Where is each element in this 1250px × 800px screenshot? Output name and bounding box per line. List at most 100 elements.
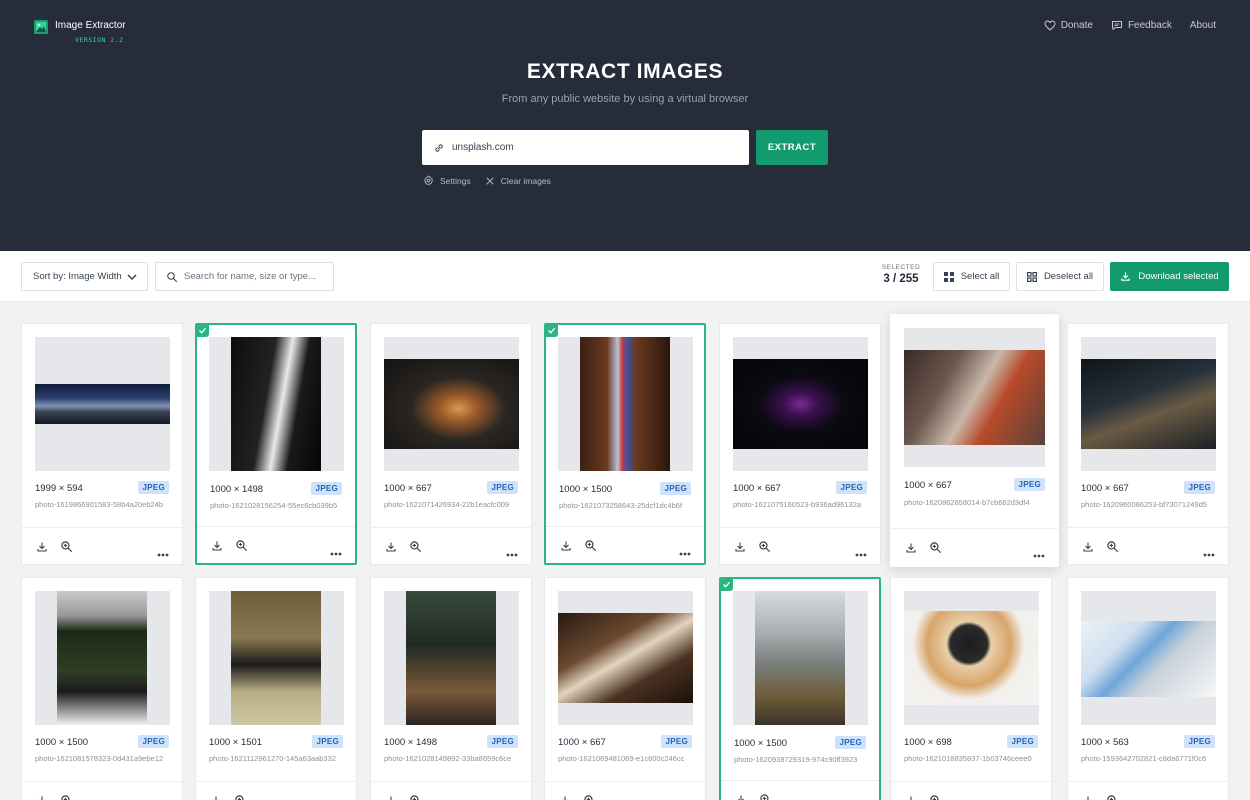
image-card[interactable]: 1000 × 667 JPEG photo-1620862658014-b7cb66… xyxy=(890,314,1059,567)
image-filename: photo-1621071426934-22b1eacfc009 xyxy=(384,500,510,509)
deselect-all-label: Deselect all xyxy=(1043,271,1094,282)
download-selected-button[interactable]: Download selected xyxy=(1110,262,1229,291)
brand[interactable]: Image Extractor VERSION 2.2 xyxy=(34,19,126,44)
zoom-image-button[interactable] xyxy=(409,540,422,558)
image-type-badge: JPEG xyxy=(1184,481,1215,494)
image-thumbnail[interactable] xyxy=(558,591,693,725)
thumbnail-photo xyxy=(904,350,1045,445)
image-type-badge: JPEG xyxy=(311,482,342,495)
settings-label: Settings xyxy=(440,175,471,186)
image-thumbnail[interactable] xyxy=(733,591,868,725)
more-options-button[interactable] xyxy=(157,544,169,562)
download-image-button[interactable] xyxy=(1082,540,1094,558)
more-options-button[interactable] xyxy=(330,543,342,561)
image-card[interactable]: 1000 × 667 JPEG photo-1621071426934-22b1ea… xyxy=(370,323,532,565)
image-thumbnail[interactable] xyxy=(1081,337,1216,471)
image-thumbnail[interactable] xyxy=(558,337,693,471)
nav-about[interactable]: About xyxy=(1190,20,1216,31)
download-image-button[interactable] xyxy=(1082,794,1094,800)
card-actions xyxy=(22,781,182,800)
link-icon xyxy=(435,143,443,152)
grid-filled-icon xyxy=(943,271,954,282)
download-image-button[interactable] xyxy=(905,541,917,559)
sort-select[interactable]: Sort by: Image Width xyxy=(21,262,148,291)
thumbnail-photo xyxy=(1081,359,1216,449)
checkmark-icon xyxy=(548,327,556,334)
search-field[interactable] xyxy=(155,262,334,291)
image-card[interactable]: 1000 × 1500 JPEG photo-1620938729319-974c9… xyxy=(719,577,881,800)
image-filename: photo-1620960086253-bf73071249d5 xyxy=(1081,500,1207,509)
zoom-image-button[interactable] xyxy=(929,541,942,559)
image-thumbnail[interactable] xyxy=(35,337,170,471)
image-card[interactable]: 1000 × 667 JPEG photo-1621075160523-b936ad… xyxy=(719,323,881,565)
download-image-button[interactable] xyxy=(210,794,222,800)
image-filename: photo-1619866901583-58b4a20eb24b xyxy=(35,500,164,509)
image-thumbnail[interactable] xyxy=(209,337,344,471)
page-subtitle: From any public website by using a virtu… xyxy=(501,93,749,105)
thumbnail-photo xyxy=(733,359,868,449)
image-card[interactable]: 1000 × 1500 JPEG photo-1621081578323-0d431… xyxy=(21,577,183,800)
image-thumbnail[interactable] xyxy=(733,337,868,471)
zoom-in-icon xyxy=(760,794,769,800)
image-thumbnail[interactable] xyxy=(904,591,1039,725)
page-title: EXTRACT IMAGES xyxy=(526,60,724,83)
zoom-image-button[interactable] xyxy=(1106,540,1119,558)
image-thumbnail[interactable] xyxy=(209,591,344,725)
image-thumbnail[interactable] xyxy=(384,591,519,725)
image-card[interactable]: 1999 × 594 JPEG photo-1619866901583-58b4a2… xyxy=(21,323,183,565)
deselect-all-button[interactable]: Deselect all xyxy=(1016,262,1104,291)
nav-donate[interactable]: Donate xyxy=(1044,20,1093,31)
url-field[interactable] xyxy=(422,130,749,165)
image-thumbnail[interactable] xyxy=(35,591,170,725)
zoom-image-button[interactable] xyxy=(583,794,596,800)
more-options-button[interactable] xyxy=(506,544,518,562)
clear-images-link[interactable]: Clear images xyxy=(485,176,551,186)
extract-button[interactable]: EXTRACT xyxy=(756,130,828,165)
zoom-image-button[interactable] xyxy=(409,794,422,800)
top-nav: Donate Feedback About xyxy=(1026,20,1216,31)
chat-bubble-icon xyxy=(1111,21,1122,30)
grid-outline-icon xyxy=(1026,271,1037,282)
zoom-image-button[interactable] xyxy=(60,540,73,558)
download-image-button[interactable] xyxy=(560,539,572,557)
zoom-image-button[interactable] xyxy=(60,794,73,800)
download-image-button[interactable] xyxy=(36,540,48,558)
download-image-button[interactable] xyxy=(385,794,397,800)
image-card[interactable]: 1000 × 667 JPEG photo-1620960086253-bf7307… xyxy=(1067,323,1229,565)
download-image-button[interactable] xyxy=(734,540,746,558)
image-card[interactable]: 1000 × 1498 JPEG photo-1621028149892-33ba8… xyxy=(370,577,532,800)
download-image-button[interactable] xyxy=(385,540,397,558)
more-options-button[interactable] xyxy=(1033,545,1045,563)
zoom-in-icon xyxy=(759,541,770,552)
zoom-image-button[interactable] xyxy=(235,539,248,557)
download-image-button[interactable] xyxy=(211,539,223,557)
image-card[interactable]: 1000 × 563 JPEG photo-1593642702821-c8da67… xyxy=(1067,577,1229,800)
more-options-button[interactable] xyxy=(855,544,867,562)
image-thumbnail[interactable] xyxy=(1081,591,1216,725)
zoom-image-button[interactable] xyxy=(1106,794,1119,800)
zoom-image-button[interactable] xyxy=(929,794,942,800)
search-input[interactable] xyxy=(184,271,324,282)
download-image-button[interactable] xyxy=(559,794,571,800)
zoom-image-button[interactable] xyxy=(584,539,597,557)
url-input[interactable] xyxy=(452,142,722,153)
image-card[interactable]: 1000 × 667 JPEG photo-1621069481069-e1c600… xyxy=(544,577,706,800)
more-options-button[interactable] xyxy=(1203,544,1215,562)
nav-feedback[interactable]: Feedback xyxy=(1111,20,1172,31)
download-image-button[interactable] xyxy=(735,793,747,800)
zoom-image-button[interactable] xyxy=(234,794,247,800)
download-image-button[interactable] xyxy=(905,794,917,800)
image-thumbnail[interactable] xyxy=(904,328,1045,467)
image-card[interactable]: 1000 × 1501 JPEG photo-1621112961270-145a6… xyxy=(195,577,357,800)
more-icon xyxy=(1033,554,1045,558)
select-all-button[interactable]: Select all xyxy=(933,262,1010,291)
settings-link[interactable]: Settings xyxy=(423,175,471,186)
image-thumbnail[interactable] xyxy=(384,337,519,471)
image-card[interactable]: 1000 × 698 JPEG photo-1621018835837-1b0374… xyxy=(890,577,1052,800)
image-card[interactable]: 1000 × 1498 JPEG photo-1621028156254-55ec6… xyxy=(195,323,357,565)
zoom-image-button[interactable] xyxy=(758,540,771,558)
image-card[interactable]: 1000 × 1500 JPEG photo-1621073258643-25dcf… xyxy=(544,323,706,565)
more-options-button[interactable] xyxy=(679,543,691,561)
zoom-image-button[interactable] xyxy=(759,793,772,800)
download-image-button[interactable] xyxy=(36,794,48,800)
